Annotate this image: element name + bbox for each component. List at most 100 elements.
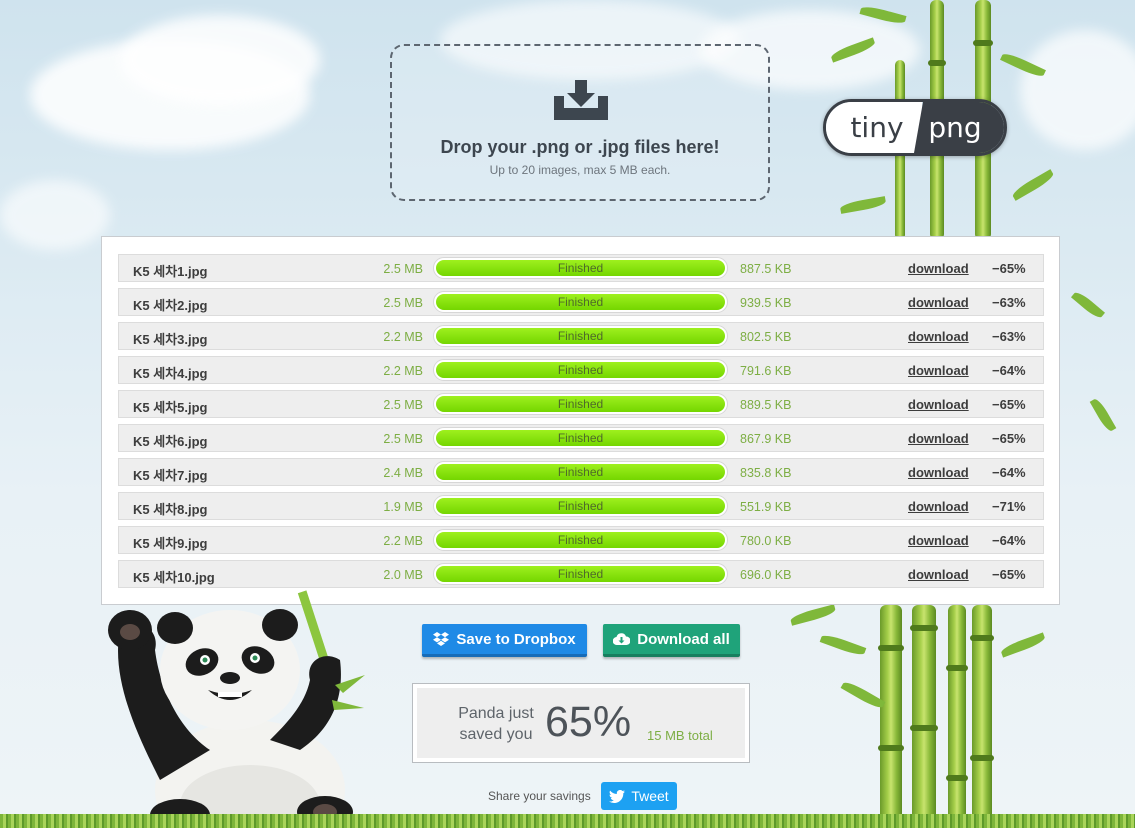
download-link[interactable]: download xyxy=(908,329,969,344)
download-link[interactable]: download xyxy=(908,261,969,276)
download-link[interactable]: download xyxy=(908,533,969,548)
savings-summary-inner: Panda just saved you 65% 15 MB total xyxy=(417,688,745,758)
grass-decoration xyxy=(0,814,1135,828)
download-link[interactable]: download xyxy=(908,499,969,514)
compressed-size: 939.5 KB xyxy=(740,296,792,310)
file-name: K5 세차7.jpg xyxy=(133,468,208,483)
progress-status: Finished xyxy=(557,397,604,411)
saving-percent: −65% xyxy=(992,567,1026,582)
file-row: K5 세차8.jpg 1.9 MB Finished 551.9 KB down… xyxy=(118,492,1044,520)
file-drop-zone[interactable]: Drop your .png or .jpg files here! Up to… xyxy=(390,44,770,201)
download-link[interactable]: download xyxy=(908,431,969,446)
file-name: K5 세차1.jpg xyxy=(133,264,208,279)
drop-zone-subtitle: Up to 20 images, max 5 MB each. xyxy=(489,163,671,177)
progress-bar: Finished xyxy=(433,461,728,483)
share-label: Share your savings xyxy=(488,789,591,803)
progress-status: Finished xyxy=(557,533,604,547)
download-link[interactable]: download xyxy=(908,465,969,480)
progress-bar: Finished xyxy=(433,257,728,279)
compressed-size: 551.9 KB xyxy=(740,500,792,514)
download-tray-icon xyxy=(554,80,608,120)
file-row: K5 세차1.jpg 2.5 MB Finished 887.5 KB down… xyxy=(118,254,1044,282)
progress-status: Finished xyxy=(557,465,604,479)
compressed-size: 802.5 KB xyxy=(740,330,792,344)
progress-bar: Finished xyxy=(433,427,728,449)
progress-bar: Finished xyxy=(433,291,728,313)
file-name: K5 세차5.jpg xyxy=(133,400,208,415)
saving-percent: −64% xyxy=(992,363,1026,378)
original-size: 2.5 MB xyxy=(383,262,423,276)
compressed-size: 835.8 KB xyxy=(740,466,792,480)
file-row: K5 세차7.jpg 2.4 MB Finished 835.8 KB down… xyxy=(118,458,1044,486)
progress-bar: Finished xyxy=(433,563,728,585)
file-row: K5 세차6.jpg 2.5 MB Finished 867.9 KB down… xyxy=(118,424,1044,452)
file-row: K5 세차5.jpg 2.5 MB Finished 889.5 KB down… xyxy=(118,390,1044,418)
tweet-label: Tweet xyxy=(631,788,669,804)
saving-percent: −64% xyxy=(992,533,1026,548)
twitter-bird-icon xyxy=(609,789,626,803)
file-row: K5 세차3.jpg 2.2 MB Finished 802.5 KB down… xyxy=(118,322,1044,350)
original-size: 1.9 MB xyxy=(383,500,423,514)
cloud xyxy=(1020,30,1135,150)
file-row: K5 세차2.jpg 2.5 MB Finished 939.5 KB down… xyxy=(118,288,1044,316)
compressed-size: 780.0 KB xyxy=(740,534,792,548)
compressed-size: 889.5 KB xyxy=(740,398,792,412)
progress-status: Finished xyxy=(557,363,604,377)
savings-caption-line1: Panda just xyxy=(458,705,534,722)
progress-status: Finished xyxy=(557,567,604,581)
file-name: K5 세차3.jpg xyxy=(133,332,208,347)
file-name: K5 세차10.jpg xyxy=(133,570,215,585)
drop-zone-title: Drop your .png or .jpg files here! xyxy=(440,137,720,157)
progress-bar: Finished xyxy=(433,359,728,381)
progress-bar: Finished xyxy=(433,325,728,347)
download-link[interactable]: download xyxy=(908,295,969,310)
download-all-button[interactable]: Download all xyxy=(603,624,740,657)
file-row: K5 세차9.jpg 2.2 MB Finished 780.0 KB down… xyxy=(118,526,1044,554)
download-link[interactable]: download xyxy=(908,397,969,412)
savings-caption: Panda just saved you xyxy=(453,703,539,745)
original-size: 2.4 MB xyxy=(383,466,423,480)
saving-percent: −63% xyxy=(992,295,1026,310)
progress-bar: Finished xyxy=(433,529,728,551)
cloud-download-icon xyxy=(613,632,631,645)
original-size: 2.5 MB xyxy=(383,296,423,310)
original-size: 2.2 MB xyxy=(383,364,423,378)
compressed-size: 791.6 KB xyxy=(740,364,792,378)
saving-percent: −63% xyxy=(992,329,1026,344)
file-row: K5 세차4.jpg 2.2 MB Finished 791.6 KB down… xyxy=(118,356,1044,384)
save-to-dropbox-button[interactable]: Save to Dropbox xyxy=(422,624,587,657)
savings-summary: Panda just saved you 65% 15 MB total xyxy=(412,683,750,763)
saving-percent: −65% xyxy=(992,261,1026,276)
progress-status: Finished xyxy=(557,295,604,309)
compressed-size: 696.0 KB xyxy=(740,568,792,582)
progress-bar: Finished xyxy=(433,393,728,415)
savings-percent: 65% xyxy=(545,698,632,746)
tweet-button[interactable]: Tweet xyxy=(601,782,677,810)
save-to-dropbox-label: Save to Dropbox xyxy=(456,630,576,648)
compressed-size: 887.5 KB xyxy=(740,262,792,276)
download-link[interactable]: download xyxy=(908,363,969,378)
progress-status: Finished xyxy=(557,261,604,275)
download-link[interactable]: download xyxy=(908,567,969,582)
compressed-files-panel: K5 세차1.jpg 2.5 MB Finished 887.5 KB down… xyxy=(101,236,1060,605)
logo-png-text: png xyxy=(914,102,1004,153)
compressed-size: 867.9 KB xyxy=(740,432,792,446)
download-all-label: Download all xyxy=(637,630,730,648)
saving-percent: −64% xyxy=(992,465,1026,480)
progress-status: Finished xyxy=(557,431,604,445)
saving-percent: −71% xyxy=(992,499,1026,514)
panda-mascot-illustration xyxy=(108,590,365,828)
cloud xyxy=(120,15,320,105)
tinypng-logo[interactable]: tiny png xyxy=(823,99,1007,156)
cloud xyxy=(0,180,110,250)
logo-tiny-text: tiny xyxy=(826,102,922,153)
file-name: K5 세차6.jpg xyxy=(133,434,208,449)
original-size: 2.2 MB xyxy=(383,330,423,344)
file-name: K5 세차4.jpg xyxy=(133,366,208,381)
savings-caption-line2: saved you xyxy=(459,726,533,743)
progress-bar: Finished xyxy=(433,495,728,517)
file-name: K5 세차9.jpg xyxy=(133,536,208,551)
file-name: K5 세차2.jpg xyxy=(133,298,208,313)
file-name: K5 세차8.jpg xyxy=(133,502,208,517)
progress-status: Finished xyxy=(557,499,604,513)
